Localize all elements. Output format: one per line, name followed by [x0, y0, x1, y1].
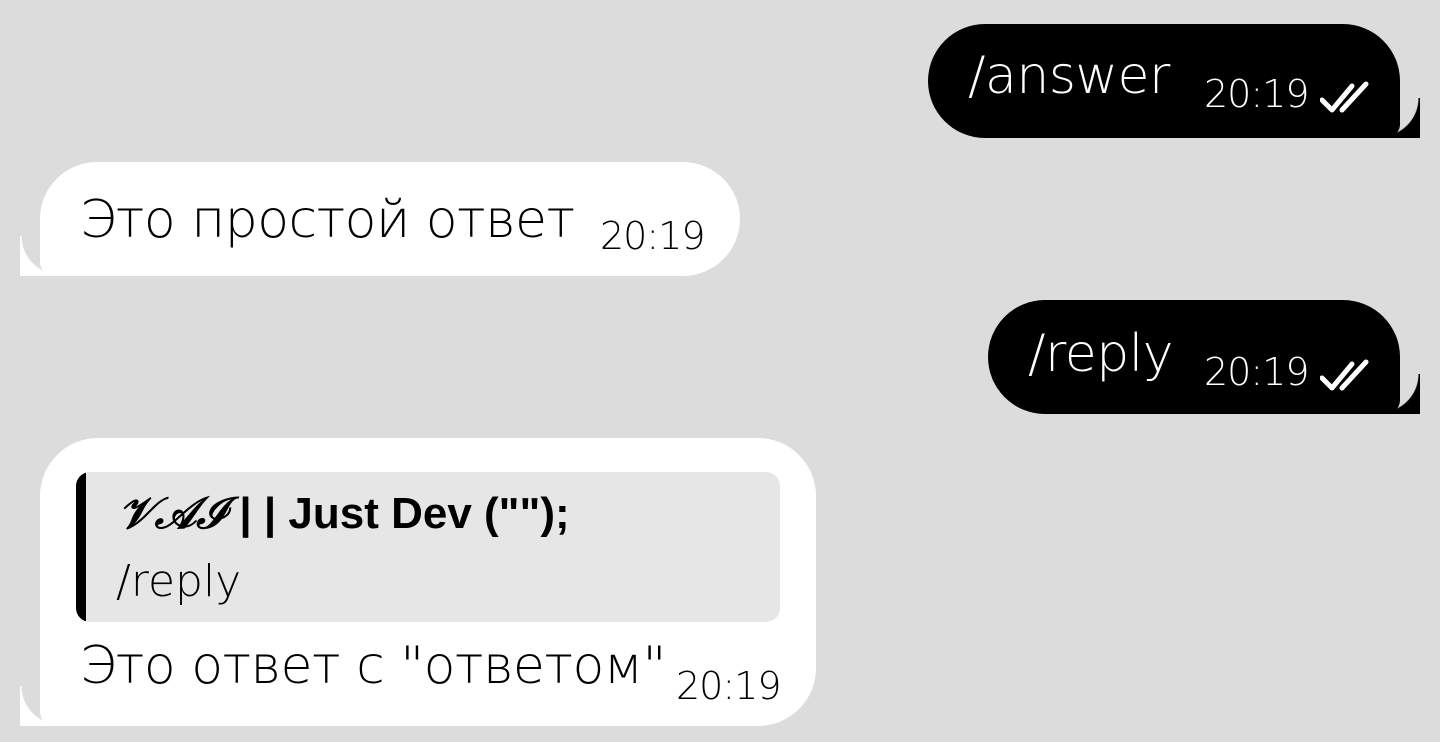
message-time: 20:19 [1204, 72, 1310, 116]
message-text: Это ответ с "ответом" [80, 636, 666, 696]
message-time: 20:19 [1204, 350, 1310, 394]
reply-text: /reply [116, 556, 242, 607]
double-check-icon [1320, 359, 1369, 391]
outgoing-message[interactable]: /answer 20:19 [928, 24, 1420, 138]
incoming-message-with-reply[interactable]: 𝒱𝒜ℐ | | Just Dev (""); /reply Это ответ … [20, 438, 816, 726]
outgoing-message[interactable]: /reply 20:19 [988, 300, 1420, 414]
message-time: 20:19 [676, 664, 782, 708]
message-text: /reply [1028, 324, 1173, 384]
reply-preview[interactable]: 𝒱𝒜ℐ | | Just Dev (""); /reply [76, 472, 780, 622]
message-text: /answer [968, 46, 1170, 106]
chat-area: /answer 20:19 Это простой ответ 20:19 /r… [0, 0, 1440, 742]
message-time: 20:19 [600, 214, 706, 258]
incoming-message[interactable]: Это простой ответ 20:19 [20, 162, 740, 276]
message-text: Это простой ответ [80, 190, 575, 250]
reply-author-name: | | Just Dev (""); [239, 489, 570, 538]
double-check-icon [1320, 81, 1369, 113]
reply-author-script: 𝒱𝒜ℐ [118, 488, 228, 539]
reply-accent-bar [76, 472, 86, 622]
reply-author: 𝒱𝒜ℐ | | Just Dev (""); [118, 488, 570, 539]
